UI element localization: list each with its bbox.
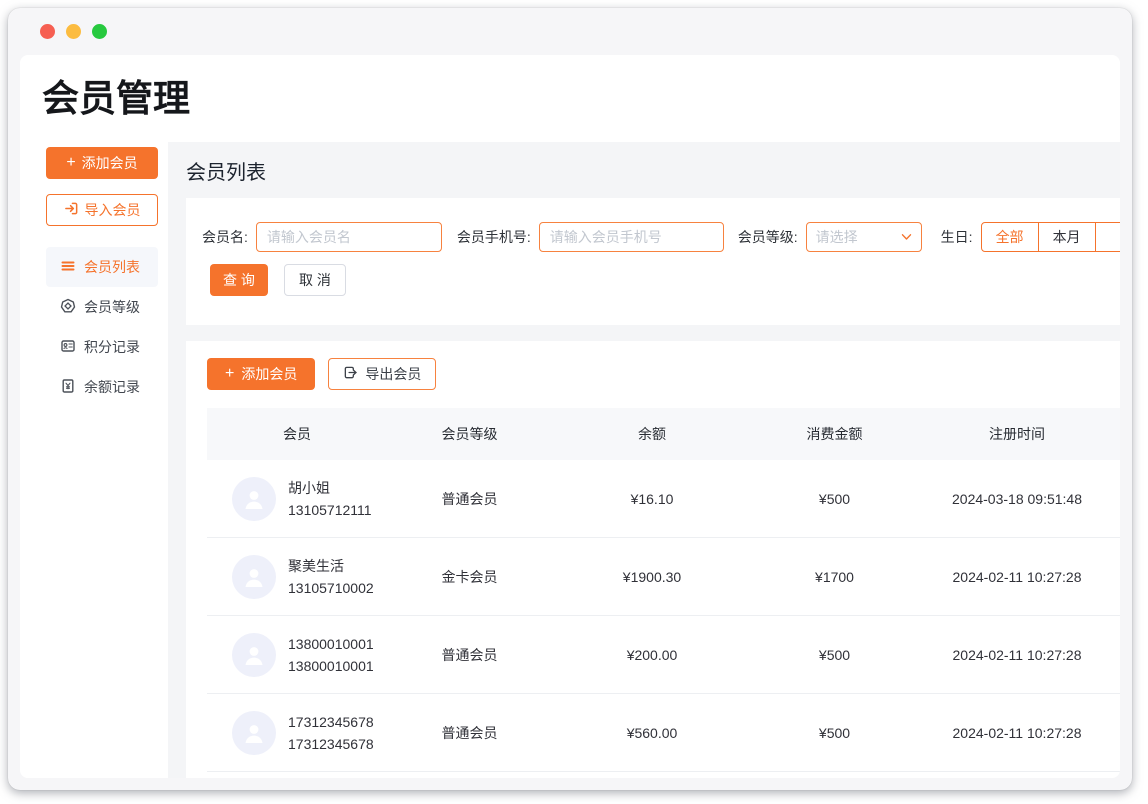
birthday-option-this-month[interactable]: 本月 bbox=[1038, 222, 1096, 252]
plus-icon: + bbox=[225, 366, 234, 382]
birthday-filter-group: 全部 本月 bbox=[981, 222, 1120, 252]
avatar bbox=[232, 477, 276, 521]
members-table: 会员 会员等级 余额 消费金额 注册时间 bbox=[207, 408, 1120, 772]
page-header: 会员管理 bbox=[20, 55, 1120, 142]
sidebar-item-points-record[interactable]: 积分记录 bbox=[46, 327, 158, 367]
table-row[interactable]: 13800010001 13800010001 普通会员 ¥200.00 ¥50… bbox=[207, 616, 1120, 694]
close-window-icon[interactable] bbox=[40, 24, 55, 39]
sidebar-menu: 会员列表 会员等级 积分记录 bbox=[46, 247, 158, 407]
member-consumption: ¥500 bbox=[752, 647, 917, 663]
window-titlebar bbox=[8, 8, 1132, 55]
table-add-member-button[interactable]: + 添加会员 bbox=[207, 358, 315, 390]
table-row[interactable]: 17312345678 17312345678 普通会员 ¥560.00 ¥50… bbox=[207, 694, 1120, 772]
member-phone-input[interactable] bbox=[539, 222, 724, 252]
app-window: 会员管理 + 添加会员 导入会员 bbox=[8, 8, 1132, 790]
sidebar-item-member-list[interactable]: 会员列表 bbox=[46, 247, 158, 287]
sidebar-item-balance-record[interactable]: 余额记录 bbox=[46, 367, 158, 407]
column-header-consumption: 消费金额 bbox=[752, 424, 917, 444]
member-phone: 13105712111 bbox=[288, 499, 372, 521]
points-record-icon bbox=[60, 338, 76, 357]
member-consumption: ¥500 bbox=[752, 725, 917, 741]
member-name-label: 会员名: bbox=[202, 227, 248, 247]
minimize-window-icon[interactable] bbox=[66, 24, 81, 39]
main-area: 会员列表 会员名: 会员手机号: 会员等级: 请选择 bbox=[168, 142, 1120, 778]
member-consumption: ¥1700 bbox=[752, 569, 917, 585]
search-button[interactable]: 查 询 bbox=[210, 264, 268, 296]
member-registered: 2024-03-18 09:51:48 bbox=[917, 491, 1117, 507]
badge-icon bbox=[60, 298, 76, 317]
import-member-button[interactable]: 导入会员 bbox=[46, 194, 158, 226]
table-panel: + 添加会员 导出会员 会员 会员等级 bbox=[186, 341, 1120, 778]
chevron-down-icon bbox=[901, 228, 912, 246]
avatar bbox=[232, 555, 276, 599]
member-name: 聚美生活 bbox=[288, 555, 374, 577]
birthday-option-clipped[interactable] bbox=[1095, 222, 1120, 252]
cancel-button[interactable]: 取 消 bbox=[284, 264, 346, 296]
member-name: 胡小姐 bbox=[288, 477, 372, 499]
avatar bbox=[232, 633, 276, 677]
member-consumption: ¥500 bbox=[752, 491, 917, 507]
sidebar-item-member-level[interactable]: 会员等级 bbox=[46, 287, 158, 327]
member-balance: ¥560.00 bbox=[552, 725, 752, 741]
member-balance: ¥200.00 bbox=[552, 647, 752, 663]
member-level-select[interactable]: 请选择 bbox=[806, 222, 922, 252]
member-phone-label: 会员手机号: bbox=[457, 227, 531, 247]
member-registered: 2024-02-11 10:27:28 bbox=[917, 725, 1117, 741]
member-name: 13800010001 bbox=[288, 633, 374, 655]
member-level: 普通会员 bbox=[387, 489, 552, 509]
table-header-row: 会员 会员等级 余额 消费金额 注册时间 bbox=[207, 408, 1120, 460]
member-registered: 2024-02-11 10:27:28 bbox=[917, 569, 1117, 585]
column-header-member: 会员 bbox=[207, 424, 387, 444]
maximize-window-icon[interactable] bbox=[92, 24, 107, 39]
member-balance: ¥1900.30 bbox=[552, 569, 752, 585]
section-title: 会员列表 bbox=[186, 162, 266, 184]
page-title: 会员管理 bbox=[42, 79, 1120, 120]
add-member-button[interactable]: + 添加会员 bbox=[46, 147, 158, 179]
window-content: 会员管理 + 添加会员 导入会员 bbox=[20, 55, 1120, 778]
member-level-label: 会员等级: bbox=[738, 227, 798, 247]
avatar bbox=[232, 711, 276, 755]
birthday-label: 生日: bbox=[941, 227, 973, 247]
import-icon bbox=[64, 201, 79, 219]
member-phone: 17312345678 bbox=[288, 733, 374, 755]
table-row[interactable]: 聚美生活 13105710002 金卡会员 ¥1900.30 ¥1700 202… bbox=[207, 538, 1120, 616]
member-name-input[interactable] bbox=[256, 222, 442, 252]
sidebar: + 添加会员 导入会员 会员列表 bbox=[20, 142, 168, 778]
member-registered: 2024-02-11 10:27:28 bbox=[917, 647, 1117, 663]
member-phone: 13800010001 bbox=[288, 655, 374, 677]
member-phone: 13105710002 bbox=[288, 577, 374, 599]
table-row[interactable]: 胡小姐 13105712111 普通会员 ¥16.10 ¥500 2024-03… bbox=[207, 460, 1120, 538]
export-icon bbox=[343, 365, 358, 383]
member-level: 金卡会员 bbox=[387, 567, 552, 587]
export-members-button[interactable]: 导出会员 bbox=[328, 358, 436, 390]
filter-panel: 会员名: 会员手机号: 会员等级: 请选择 生日: bbox=[186, 198, 1120, 325]
member-balance: ¥16.10 bbox=[552, 491, 752, 507]
column-header-level: 会员等级 bbox=[387, 424, 552, 444]
list-icon bbox=[60, 258, 76, 277]
member-name: 17312345678 bbox=[288, 711, 374, 733]
birthday-option-all[interactable]: 全部 bbox=[981, 222, 1039, 252]
member-level: 普通会员 bbox=[387, 723, 552, 743]
plus-icon: + bbox=[66, 155, 75, 171]
member-level: 普通会员 bbox=[387, 645, 552, 665]
column-header-registered: 注册时间 bbox=[917, 424, 1117, 444]
balance-record-icon bbox=[60, 378, 76, 397]
column-header-balance: 余额 bbox=[552, 424, 752, 444]
